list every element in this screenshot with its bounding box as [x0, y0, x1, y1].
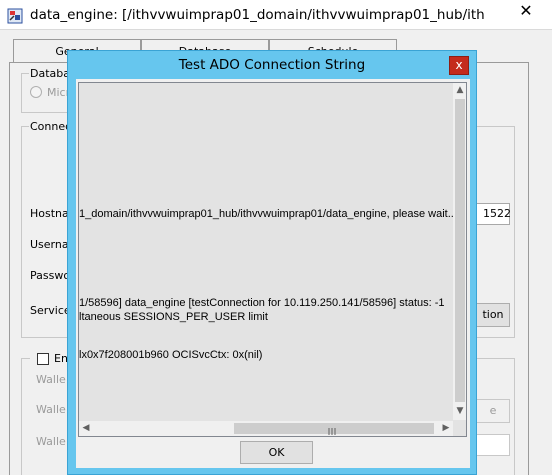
wallet-browse-button[interactable]: e — [476, 399, 510, 423]
test-connection-button[interactable]: tion — [476, 303, 510, 327]
log-line-3: ltaneous SESSIONS_PER_USER limit — [79, 311, 268, 323]
parent-title-bar: data_engine: [/ithvvwuimprap01_domain/it… — [0, 0, 552, 30]
dialog-close-icon[interactable]: x — [449, 56, 469, 75]
log-line-4: lx0x7f208001b960 OCISvcCtx: 0x(nil) — [79, 349, 263, 361]
connection-group-label: Connec — [29, 120, 69, 133]
log-line-2: 1/58596] data_engine [testConnection for… — [79, 297, 445, 309]
horizontal-scroll-thumb[interactable] — [234, 423, 434, 435]
scroll-left-icon[interactable]: ◀ — [79, 421, 93, 436]
db-radio-label: Micr — [47, 86, 69, 99]
scroll-right-icon[interactable]: ▶ — [439, 421, 453, 436]
app-icon — [7, 8, 23, 24]
log-line-1: 1_domain/ithvvwuimprap01_hub/ithvvwuimpr… — [79, 208, 457, 220]
vertical-scroll-thumb[interactable] — [455, 99, 465, 402]
hostname-label: Hostna — [30, 207, 69, 220]
scroll-grip-icon — [327, 425, 339, 435]
port-field[interactable]: 1522 — [476, 203, 511, 225]
username-label: Userna — [30, 238, 69, 251]
test-connection-dialog: Test ADO Connection String x 1_domain/it… — [67, 50, 477, 475]
db-radio[interactable] — [30, 86, 42, 98]
parent-window-title: data_engine: [/ithvvwuimprap01_domain/it… — [30, 7, 485, 23]
wallet-field[interactable] — [476, 434, 510, 456]
wallet-label-2: Walle — [36, 403, 66, 416]
port-value: 1522 — [483, 207, 511, 220]
parent-close-icon[interactable]: ✕ — [508, 1, 544, 23]
dialog-title: Test ADO Connection String — [178, 57, 366, 73]
scroll-up-icon[interactable]: ▲ — [453, 83, 466, 98]
dialog-client-area: 1_domain/ithvvwuimprap01_hub/ithvvwuimpr… — [76, 79, 470, 468]
ok-button[interactable]: OK — [240, 441, 313, 464]
scroll-down-icon[interactable]: ▼ — [453, 404, 466, 419]
wallet-label-1: Walle — [36, 373, 66, 386]
database-group-label: Databa — [29, 67, 69, 80]
password-label: Passwo — [30, 269, 70, 282]
horizontal-scrollbar[interactable]: ◀ ▶ — [79, 421, 453, 436]
service-label: Service — [30, 304, 70, 317]
wallet-label-3: Walle — [36, 435, 66, 448]
vertical-scrollbar[interactable]: ▲ ▼ — [453, 83, 466, 420]
wallet-checkbox[interactable] — [37, 353, 49, 365]
log-output[interactable]: 1_domain/ithvvwuimprap01_hub/ithvvwuimpr… — [78, 82, 467, 437]
